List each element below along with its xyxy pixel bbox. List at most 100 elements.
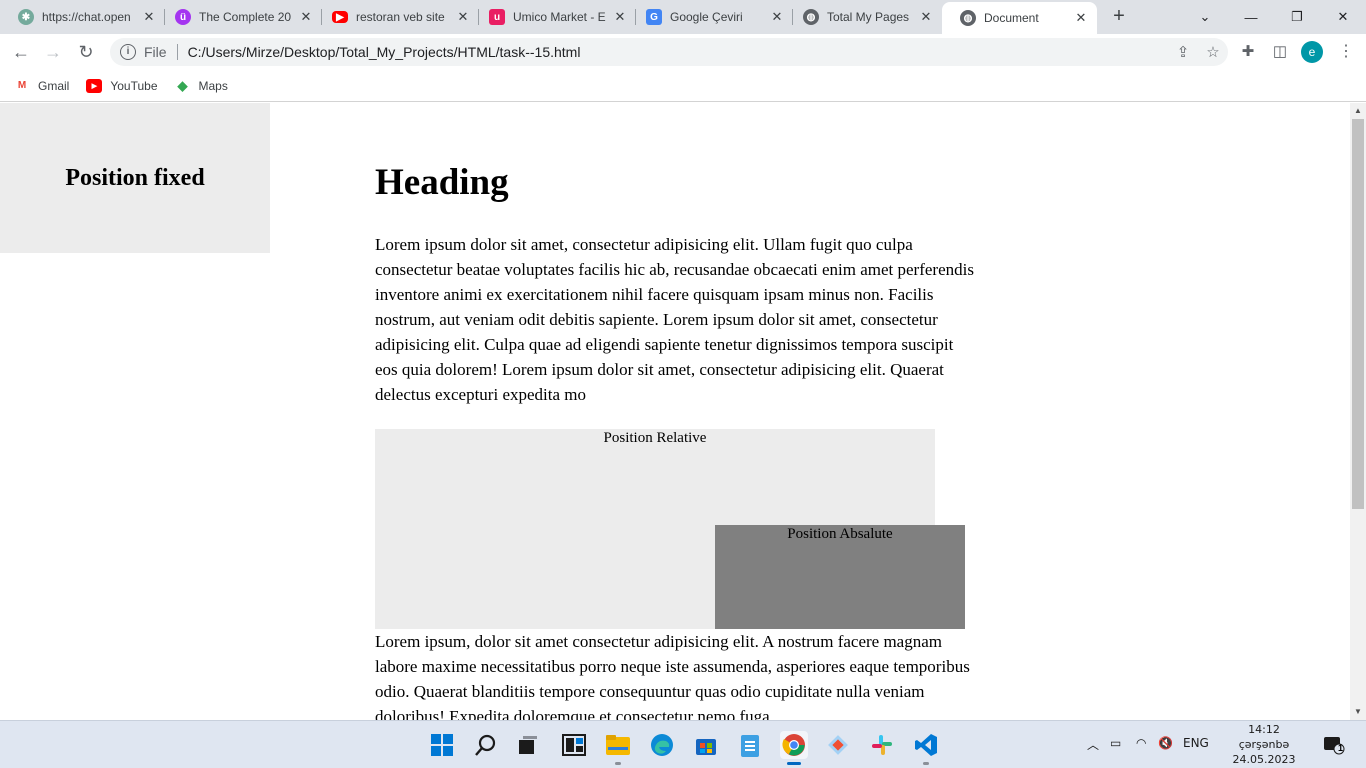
bookmark-label: Gmail [38, 78, 70, 93]
tab-umico[interactable]: u Umico Market - E ✕ [471, 0, 636, 34]
udemy-icon: ü [175, 9, 191, 25]
close-icon[interactable]: ✕ [1073, 10, 1089, 26]
close-icon[interactable]: ✕ [769, 9, 785, 25]
tab-total-my-pages[interactable]: ◍ Total My Pages ✕ [785, 0, 942, 34]
fixed-box-title: Position fixed [65, 164, 205, 191]
chevron-up-icon[interactable]: ︿ [1087, 736, 1099, 753]
tab-chatgpt[interactable]: ✱ https://chat.open ✕ [0, 0, 165, 34]
tab-label: Google Çeviri [670, 10, 743, 24]
new-tab-button[interactable]: + [1108, 6, 1130, 28]
scroll-down-icon[interactable]: ▼ [1350, 704, 1366, 720]
windows-start-icon[interactable] [428, 731, 456, 759]
file-explorer-icon[interactable] [604, 731, 632, 765]
vscode-icon[interactable] [912, 731, 940, 765]
store-icon[interactable] [692, 731, 720, 759]
task-view-icon[interactable] [514, 731, 542, 759]
tab-search-button[interactable]: ⌄ [1182, 0, 1228, 34]
tab-document[interactable]: ◍ Document ✕ [942, 2, 1097, 34]
gmail-icon: M [17, 80, 27, 91]
paragraph-1: Lorem ipsum dolor sit amet, consectetur … [375, 235, 974, 404]
notepad-icon[interactable] [736, 731, 764, 759]
info-icon[interactable]: i [120, 44, 136, 60]
search-icon[interactable] [472, 731, 500, 759]
taskbar-clock[interactable]: 14:12 çərşənbə 24.05.2023 [1226, 722, 1302, 767]
clock-day: çərşənbə [1238, 738, 1290, 751]
running-indicator [787, 762, 801, 765]
scroll-up-icon[interactable]: ▲ [1350, 103, 1366, 119]
page-heading: Heading [375, 162, 509, 203]
close-icon[interactable]: ✕ [918, 9, 934, 25]
bookmark-maps[interactable]: ◆ Maps [175, 77, 228, 93]
clock-time: 14:12 [1248, 723, 1280, 736]
close-icon[interactable]: ✕ [612, 9, 628, 25]
umico-icon: u [489, 9, 505, 25]
youtube-icon: ▶ [86, 78, 103, 93]
profile-avatar[interactable]: e [1301, 41, 1323, 63]
bookmark-label: YouTube [110, 78, 158, 93]
back-button[interactable]: ← [9, 40, 33, 64]
address-bar[interactable]: i File C:/Users/Mirze/Desktop/Total_My_P… [110, 38, 1228, 66]
tab-restoran[interactable]: ▶ restoran veb site ✕ [314, 0, 479, 34]
running-indicator [615, 762, 621, 765]
bookmark-youtube[interactable]: ▶ YouTube [86, 78, 158, 93]
clock-date: 24.05.2023 [1232, 753, 1296, 766]
tab-label: The Complete 20 [199, 10, 292, 24]
tab-label: restoran veb site [356, 10, 445, 24]
url-text[interactable]: C:/Users/Mirze/Desktop/Total_My_Projects… [188, 44, 1168, 60]
close-icon[interactable]: ✕ [455, 9, 471, 25]
browser-toolbar: ← → ↻ i File C:/Users/Mirze/Desktop/Tota… [0, 34, 1366, 70]
minimize-button[interactable]: — [1228, 0, 1274, 34]
google-translate-icon: G [646, 9, 662, 25]
omnibox-divider [176, 44, 178, 60]
reload-button[interactable]: ↻ [74, 40, 98, 64]
git-icon[interactable] [824, 731, 852, 759]
speaker-muted-icon[interactable]: 🔇 [1158, 736, 1173, 750]
tab-google-translate[interactable]: G Google Çeviri ✕ [628, 0, 793, 34]
scrollbar-thumb[interactable] [1352, 119, 1364, 509]
side-panel-icon[interactable]: ◫ [1270, 42, 1290, 62]
restore-button[interactable]: ❐ [1274, 0, 1320, 34]
chrome-icon[interactable] [780, 731, 808, 765]
bookmark-star-icon[interactable]: ☆ [1198, 43, 1228, 61]
share-icon[interactable]: ⇪ [1168, 43, 1198, 61]
close-icon[interactable]: ✕ [141, 9, 157, 25]
position-absolute-box: Position Absalute [715, 525, 965, 629]
close-window-button[interactable]: ✕ [1320, 0, 1366, 34]
vertical-scrollbar[interactable]: ▲ ▼ [1350, 103, 1366, 720]
tab-label: Total My Pages [827, 10, 910, 24]
tab-strip: ✱ https://chat.open ✕ ü The Complete 20 … [0, 0, 1366, 34]
tab-label: Umico Market - E [513, 10, 606, 24]
slack-icon[interactable] [868, 731, 896, 759]
widgets-icon[interactable] [560, 731, 588, 759]
language-indicator[interactable]: ENG [1183, 736, 1209, 750]
forward-button[interactable]: → [41, 40, 65, 64]
close-icon[interactable]: ✕ [298, 9, 314, 25]
bookmarks-bar: M Gmail ▶ YouTube ◆ Maps [0, 70, 1366, 102]
youtube-icon: ▶ [332, 11, 348, 23]
url-scheme: File [144, 44, 167, 60]
battery-icon[interactable]: ▭ [1110, 736, 1121, 750]
wifi-icon[interactable]: ◠ [1136, 736, 1146, 750]
globe-icon: ◍ [803, 9, 819, 25]
chatgpt-icon: ✱ [18, 9, 34, 25]
tab-label: https://chat.open [42, 10, 131, 24]
tab-label: Document [984, 11, 1039, 25]
bookmark-gmail[interactable]: M Gmail [14, 78, 70, 93]
main-content: Heading Lorem ipsum dolor sit amet, cons… [375, 103, 975, 720]
absolute-box-label: Position Absalute [787, 526, 893, 542]
running-indicator [923, 762, 929, 765]
position-relative-box: Position Relative Position Absalute [375, 429, 965, 629]
position-fixed-box: Position fixed [0, 103, 270, 253]
extensions-icon[interactable]: ✚ [1238, 42, 1258, 62]
page-viewport[interactable]: Position fixed Heading Lorem ipsum dolor… [0, 103, 1350, 720]
notification-icon[interactable]: 1 [1320, 731, 1348, 759]
notification-count: 1 [1338, 743, 1344, 753]
maps-icon: ◆ [177, 77, 188, 93]
bookmark-label: Maps [198, 78, 228, 93]
menu-icon[interactable]: ⋮ [1338, 42, 1354, 62]
globe-icon: ◍ [960, 10, 976, 26]
tab-udemy[interactable]: ü The Complete 20 ✕ [157, 0, 322, 34]
edge-icon[interactable] [648, 731, 676, 759]
windows-taskbar: ︿ ▭ ◠ 🔇 ENG 14:12 çərşənbə 24.05.2023 1 [0, 720, 1366, 768]
paragraph-2: Lorem ipsum, dolor sit amet consectetur … [375, 632, 970, 720]
